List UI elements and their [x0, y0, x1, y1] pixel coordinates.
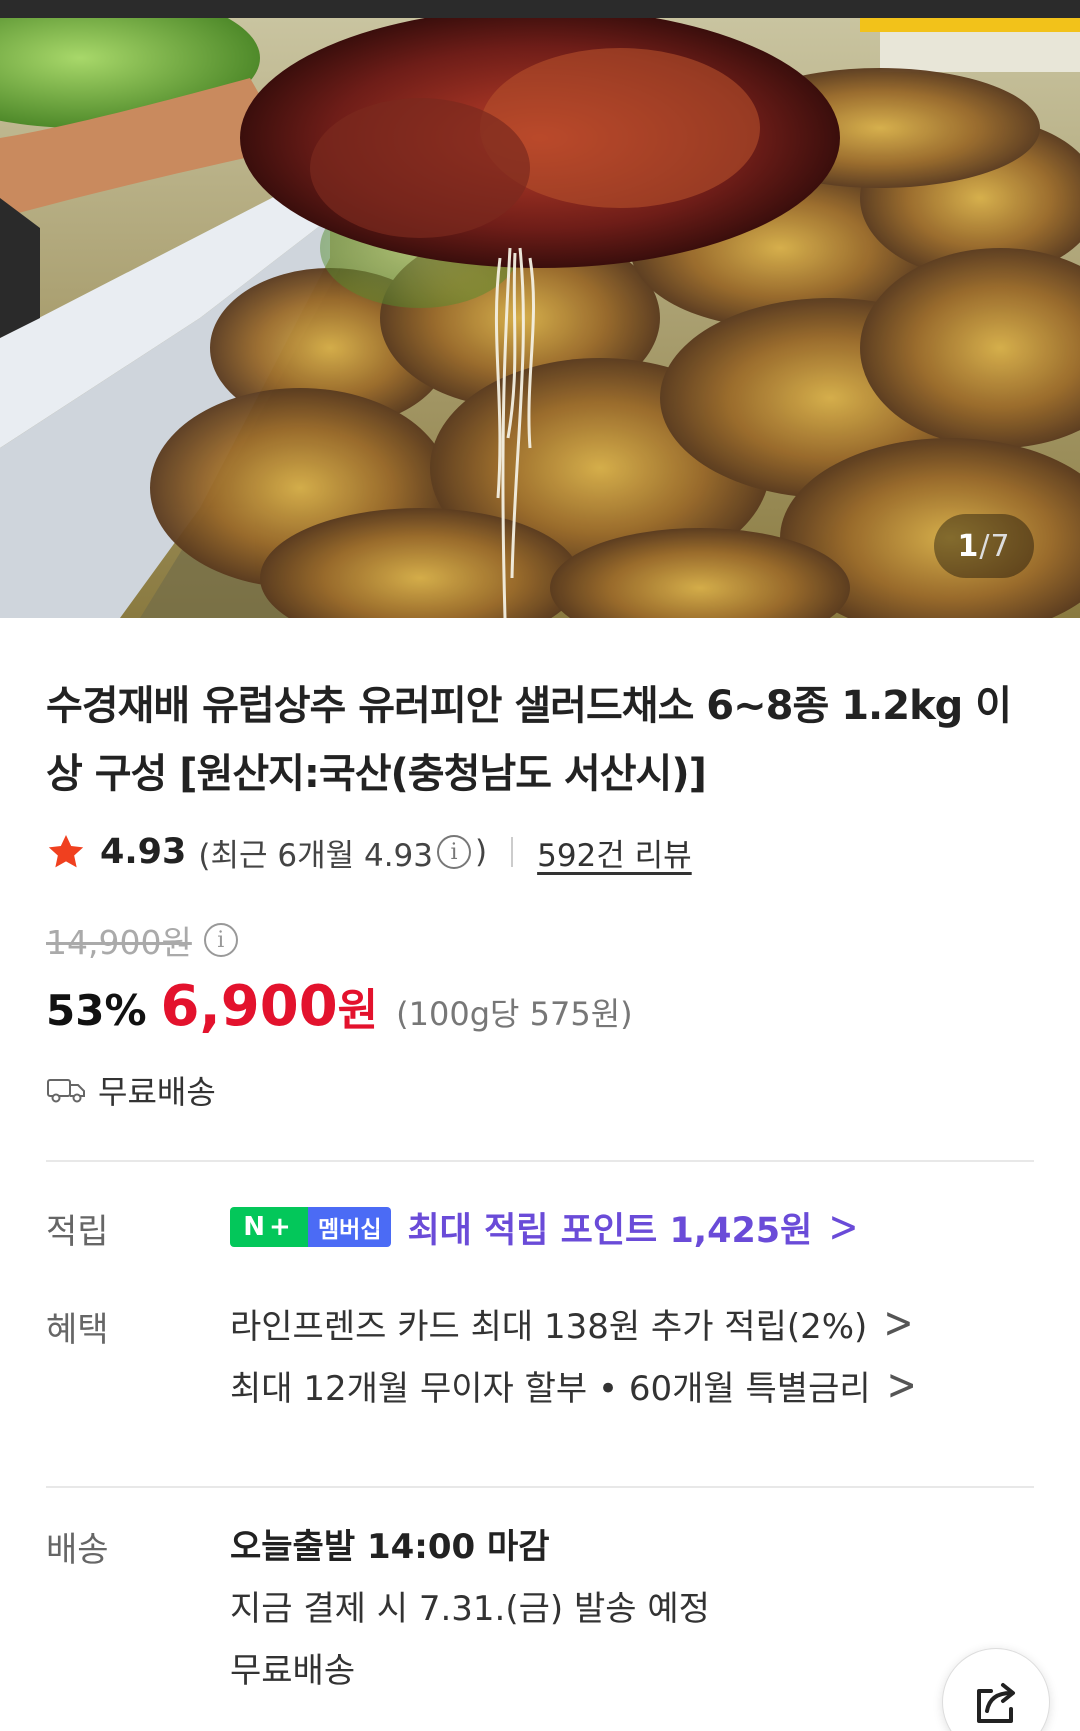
delivery-info: 오늘출발 14:00 마감 지금 결제 시 7.31.(금) 발송 예정 무료배… — [230, 1512, 710, 1698]
status-bar — [0, 0, 1080, 18]
original-price: 14,900원 i — [46, 918, 242, 962]
benefits-label: 혜택 — [46, 1310, 109, 1350]
info-icon[interactable]: i — [437, 835, 471, 869]
points-row[interactable]: N+ 멤버십 최대 적립 포인트 1,425원 > — [230, 1196, 859, 1258]
star-icon — [48, 835, 84, 868]
delivery-label: 배송 — [46, 1530, 109, 1570]
unit-price: (100g당 575원) — [396, 995, 633, 1033]
delivery-headline: 오늘출발 14:00 마감 — [230, 1526, 550, 1567]
reviews-link[interactable]: 592건 리뷰 — [537, 830, 692, 875]
benefits-list: 라인프렌즈 카드 최대 138원 추가 적립(2%) > 최대 12개월 무이자… — [230, 1292, 917, 1416]
sale-price-value: 6,900 — [160, 974, 338, 1039]
rating-recent: (최근 6개월 4.93 — [198, 837, 433, 874]
benefit-item[interactable]: 최대 12개월 무이자 할부 • 60개월 특별금리 > — [230, 1354, 917, 1416]
chevron-right-icon: > — [886, 1360, 917, 1410]
sale-price: 53% 6,900 원 (100g당 575원) — [46, 974, 633, 1044]
benefit-installment-text: 최대 12개월 무이자 할부 • 60개월 특별금리 — [230, 1368, 871, 1409]
section-divider — [46, 1160, 1034, 1162]
points-label: 적립 — [46, 1212, 109, 1252]
divider — [511, 837, 514, 867]
share-button[interactable] — [942, 1648, 1050, 1731]
membership-badge: 멤버십 — [308, 1207, 392, 1247]
image-page-total: 7 — [990, 528, 1011, 564]
image-page-separator: / — [979, 528, 991, 564]
shipping-summary-text: 무료배송 — [98, 1073, 216, 1111]
currency-label: 원 — [337, 985, 379, 1036]
product-title: 수경재배 유럽상추 유러피안 샐러드채소 6~8종 1.2kg 이상 구성 [원… — [46, 683, 1012, 797]
delivery-schedule: 지금 결제 시 7.31.(금) 발송 예정 — [230, 1588, 710, 1629]
truck-icon — [47, 1079, 85, 1103]
share-icon — [977, 1683, 1015, 1723]
benefit-item[interactable]: 라인프렌즈 카드 최대 138원 추가 적립(2%) > — [230, 1292, 917, 1354]
product-image-carousel[interactable]: 1 / 7 — [0, 18, 1080, 618]
product-photo — [0, 18, 1080, 618]
image-page-indicator: 1 / 7 — [934, 514, 1034, 578]
max-points-text: 최대 적립 포인트 1,425원 — [407, 1210, 813, 1251]
original-price-value: 14,900원 — [46, 923, 192, 962]
delivery-fee: 무료배송 — [230, 1650, 356, 1691]
naver-plus-badge: N+ — [230, 1207, 308, 1247]
rating-summary: 4.93 (최근 6개월 4.93 i ) 592건 리뷰 — [46, 830, 692, 874]
price-info-icon[interactable]: i — [203, 923, 238, 957]
naver-plus-membership-badge: N+ 멤버십 — [230, 1207, 392, 1247]
discount-rate: 53% — [46, 986, 147, 1035]
image-page-current: 1 — [957, 528, 980, 564]
section-divider — [46, 1486, 1034, 1488]
chevron-right-icon: > — [828, 1202, 859, 1252]
benefit-card-text: 라인프렌즈 카드 최대 138원 추가 적립(2%) — [230, 1306, 868, 1347]
chevron-right-icon: > — [883, 1298, 914, 1348]
rating-score: 4.93 — [100, 832, 187, 872]
rating-recent-close: ) — [475, 834, 488, 870]
shipping-summary: 무료배송 — [46, 1068, 216, 1112]
